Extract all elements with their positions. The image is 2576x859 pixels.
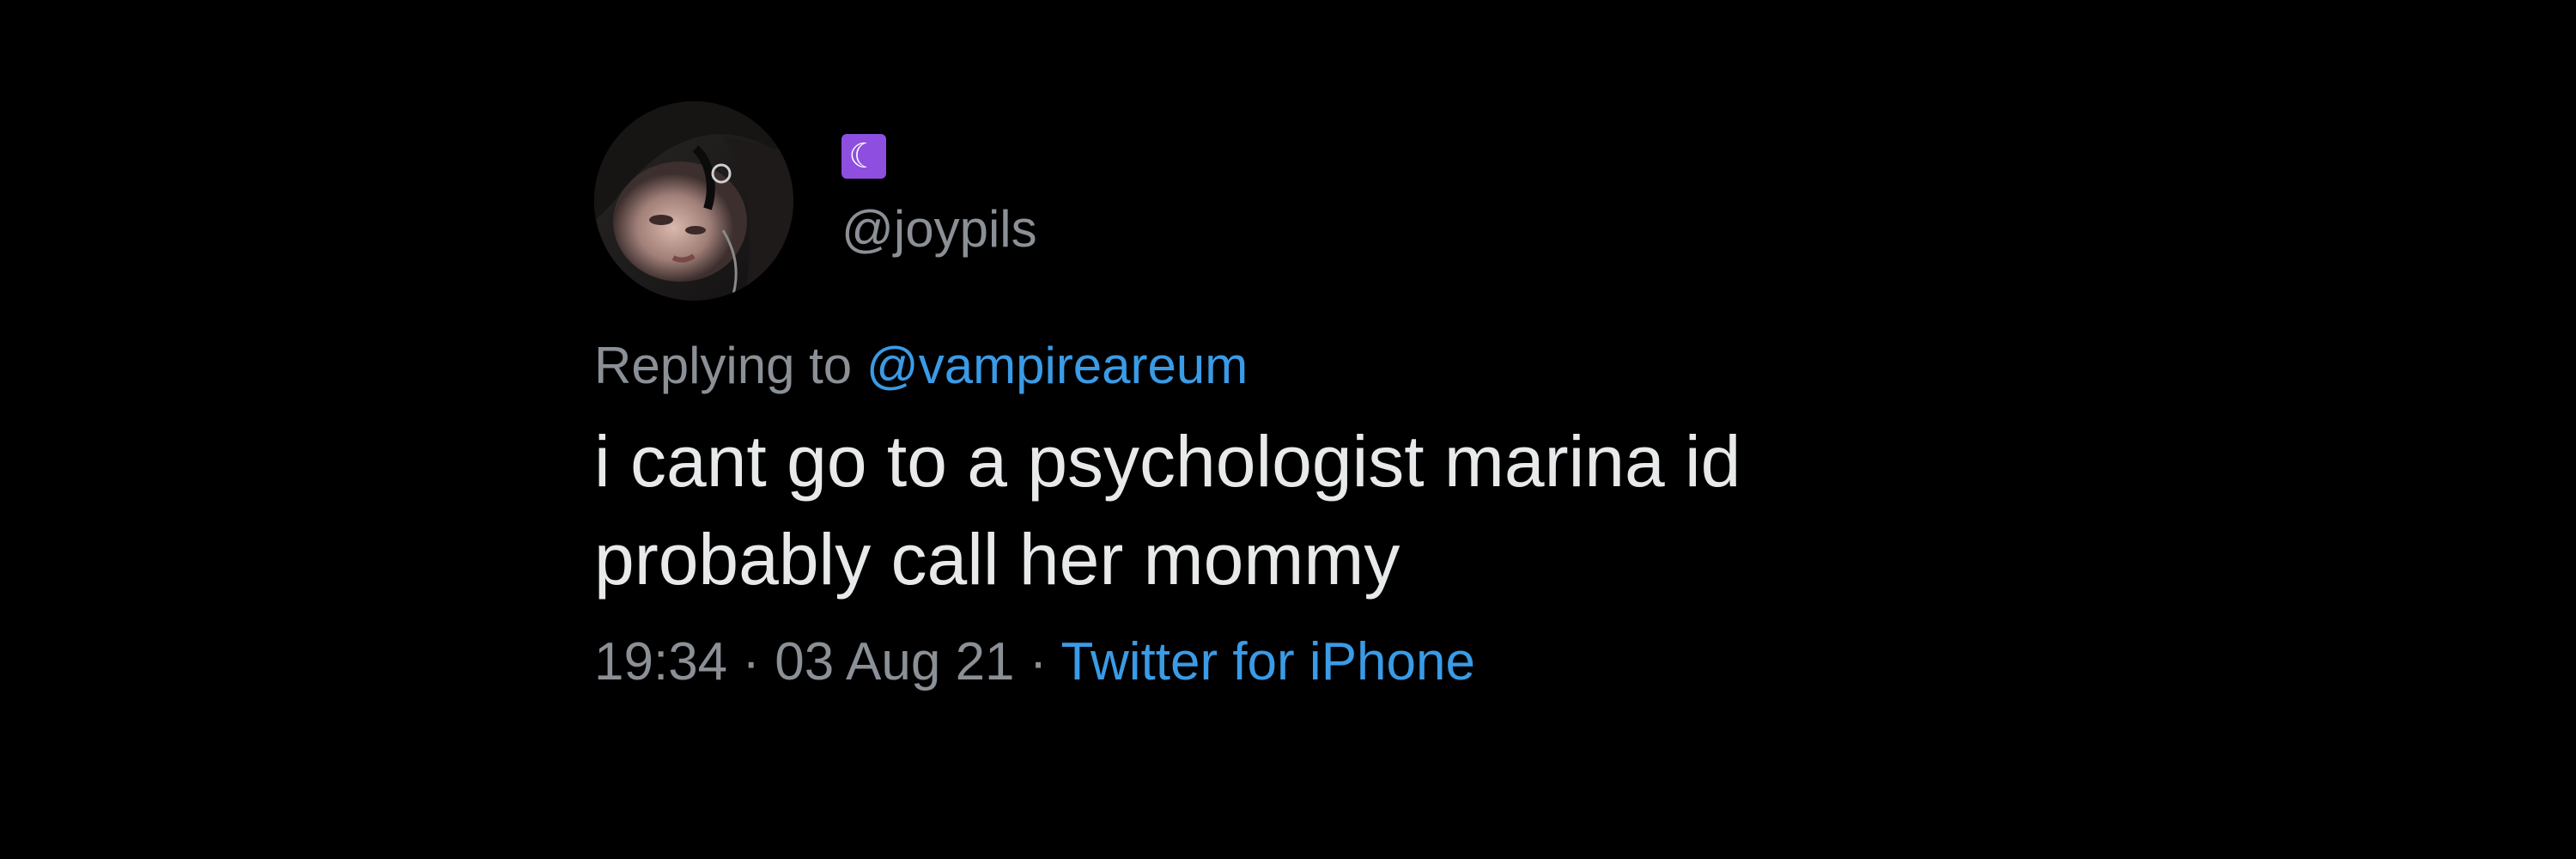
replying-prefix: Replying to xyxy=(594,337,866,394)
replying-to-handle-link[interactable]: @vampireareum xyxy=(866,337,1248,394)
tweet-text-line: i cant go to a psychologist marina id xyxy=(594,421,1741,502)
screenshot-frame: ☾ @joypils Replying to @vampireareum i c… xyxy=(0,0,2576,859)
user-handle[interactable]: @joypils xyxy=(841,199,1037,259)
tweet-date: 03 Aug 21 xyxy=(775,632,1015,691)
meta-separator: · xyxy=(727,632,775,691)
tweet-source-link[interactable]: Twitter for iPhone xyxy=(1061,632,1475,691)
tweet-text-line: probably call her mommy xyxy=(594,519,1400,600)
user-info: ☾ @joypils xyxy=(841,134,1037,259)
tweet-metadata: 19:34 · 03 Aug 21 · Twitter for iPhone xyxy=(594,631,2054,694)
tweet-time: 19:34 xyxy=(594,632,728,691)
meta-separator: · xyxy=(1014,632,1061,691)
tweet-header: ☾ @joypils xyxy=(594,101,2054,301)
crescent-moon-emoji-icon: ☾ xyxy=(841,134,886,179)
crescent-moon-glyph: ☾ xyxy=(848,137,879,176)
avatar[interactable] xyxy=(594,101,793,301)
avatar-photo-icon xyxy=(594,101,793,301)
tweet-text: i cant go to a psychologist marina id pr… xyxy=(594,412,1985,608)
replying-to-line: Replying to @vampireareum xyxy=(594,335,2054,397)
tweet: ☾ @joypils Replying to @vampireareum i c… xyxy=(594,101,2054,694)
